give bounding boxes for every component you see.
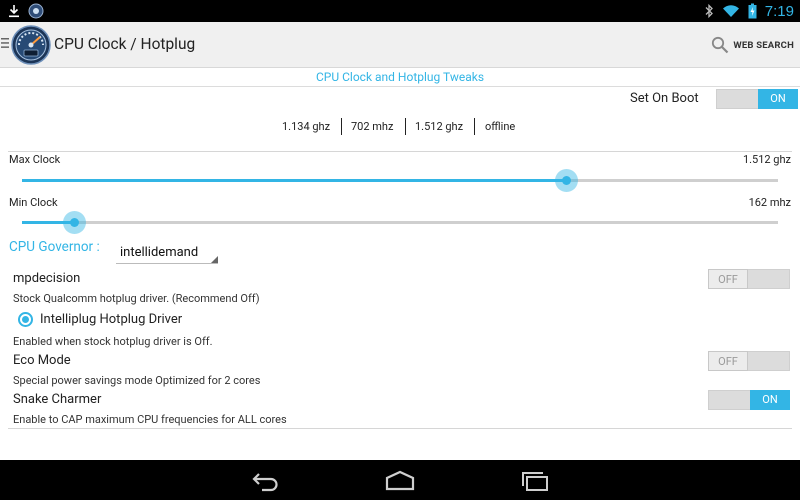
- core-frequency: 1.512 ghz: [415, 120, 464, 133]
- separator: [341, 118, 342, 135]
- max-clock-slider-fill: [22, 179, 567, 182]
- eco-mode-toggle-thumb: OFF: [708, 351, 748, 371]
- separator: [474, 118, 475, 135]
- min-clock-value: 162 mhz: [748, 196, 791, 209]
- snake-charmer-description: Enable to CAP maximum CPU frequencies fo…: [13, 413, 287, 426]
- max-clock-slider-track[interactable]: [22, 179, 778, 182]
- mpdecision-title: mpdecision: [13, 271, 81, 286]
- intelliplug-title[interactable]: Intelliplug Hotplug Driver: [40, 312, 182, 327]
- min-clock-label: Min Clock: [9, 196, 58, 209]
- divider: [8, 151, 792, 152]
- eco-mode-title: Eco Mode: [13, 353, 71, 368]
- home-icon[interactable]: [383, 468, 417, 492]
- drawer-icon[interactable]: [1, 37, 9, 49]
- status-time: 7:19: [764, 2, 794, 20]
- wifi-icon: [722, 5, 739, 17]
- mpdecision-toggle-thumb: OFF: [708, 269, 748, 289]
- bluetooth-icon: [705, 3, 713, 19]
- mpdecision-description: Stock Qualcomm hotplug driver. (Recommen…: [13, 292, 260, 305]
- max-clock-slider-thumb[interactable]: [554, 169, 578, 192]
- cpu-governor-spinner[interactable]: intellidemand: [116, 242, 218, 264]
- cpu-governor-value: intellidemand: [120, 245, 199, 260]
- min-clock-slider-track[interactable]: [22, 221, 778, 224]
- web-search-label: WEB SEARCH: [733, 39, 794, 51]
- set-on-boot-toggle[interactable]: ON: [716, 89, 798, 109]
- separator: [405, 118, 406, 135]
- core-frequency: 702 mhz: [351, 120, 394, 133]
- download-icon: [9, 5, 19, 18]
- snake-charmer-toggle-thumb: ON: [750, 390, 790, 410]
- min-clock-slider-thumb[interactable]: [63, 211, 87, 234]
- max-clock-value: 1.512 ghz: [742, 153, 791, 166]
- current-frequencies: 1.134 ghz 702 mhz 1.512 ghz offline: [0, 118, 800, 136]
- eco-mode-description: Special power savings mode Optimized for…: [13, 374, 261, 387]
- divider: [8, 428, 792, 429]
- core-frequency: offline: [485, 120, 516, 133]
- action-bar: CPU Clock / Hotplug WEB SEARCH: [0, 22, 800, 68]
- max-clock-label: Max Clock: [9, 153, 61, 166]
- navigation-bar: [0, 460, 800, 500]
- back-icon[interactable]: [248, 468, 282, 492]
- battery-charging-icon: [748, 3, 757, 19]
- search-icon: [712, 36, 729, 54]
- dropdown-arrow-icon: [211, 256, 218, 263]
- set-on-boot-toggle-thumb: ON: [758, 89, 798, 109]
- intelliplug-description: Enabled when stock hotplug driver is Off…: [13, 335, 213, 348]
- section-subtitle: CPU Clock and Hotplug Tweaks: [0, 68, 800, 87]
- mpdecision-toggle[interactable]: OFF: [708, 269, 790, 289]
- core-frequency: 1.134 ghz: [282, 120, 331, 133]
- cpu-governor-label: CPU Governor :: [9, 239, 100, 255]
- recent-apps-icon[interactable]: [518, 468, 552, 492]
- set-on-boot-label: Set On Boot: [630, 91, 699, 106]
- snake-charmer-toggle[interactable]: ON: [708, 390, 790, 410]
- app-logo-icon[interactable]: [11, 25, 51, 65]
- snake-charmer-title: Snake Charmer: [13, 392, 102, 407]
- eco-mode-toggle[interactable]: OFF: [708, 351, 790, 371]
- screen: 7:19 CPU Clock / Hotplug WEB SEARCH CPU …: [0, 0, 800, 500]
- status-bar: 7:19: [0, 0, 800, 22]
- app-title: CPU Clock / Hotplug: [54, 35, 196, 53]
- intelliplug-radio[interactable]: [18, 312, 33, 327]
- web-search-button[interactable]: WEB SEARCH: [711, 34, 794, 56]
- notification-app-icon: [28, 3, 44, 19]
